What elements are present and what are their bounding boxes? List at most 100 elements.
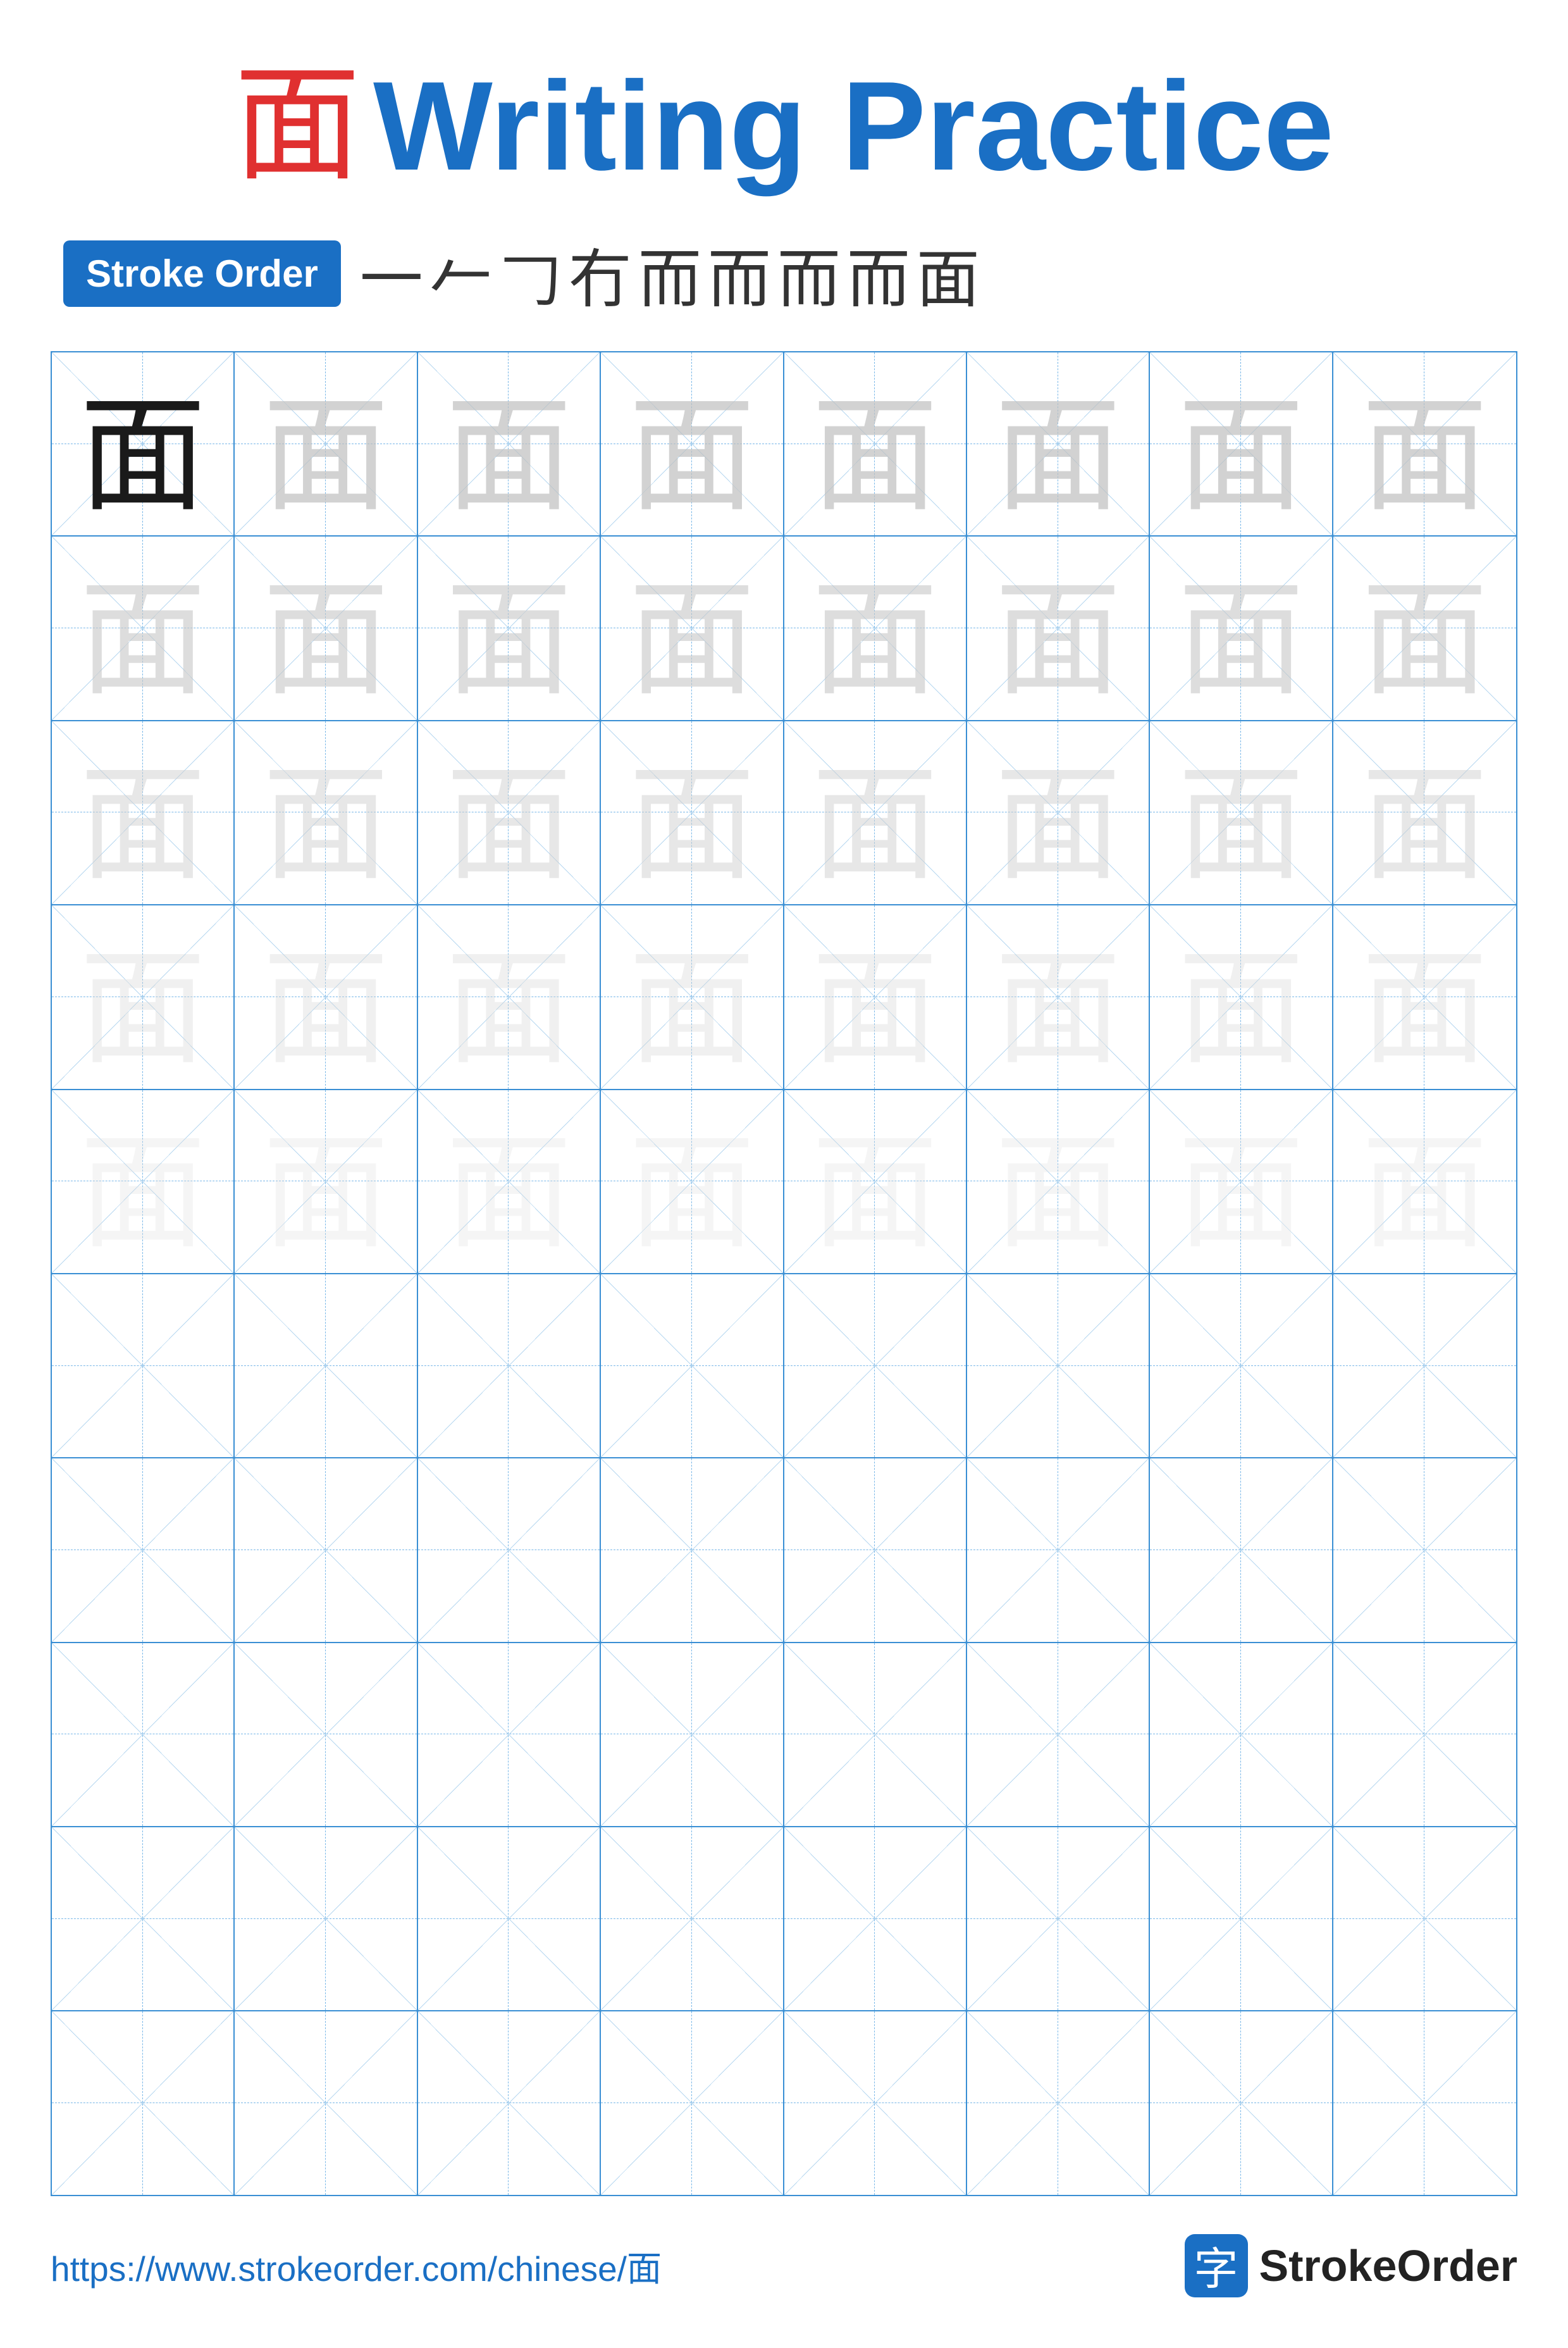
cell-guide-lines: [52, 1458, 233, 1641]
grid-cell[interactable]: [418, 1274, 601, 1457]
grid-cell[interactable]: 面: [1150, 352, 1333, 535]
grid-cell[interactable]: 面: [52, 905, 235, 1088]
grid-cell[interactable]: 面: [1333, 1090, 1516, 1273]
grid-cell[interactable]: 面: [967, 352, 1150, 535]
grid-cell[interactable]: [967, 1458, 1150, 1641]
grid-cell[interactable]: 面: [784, 721, 967, 904]
grid-cell[interactable]: [601, 1643, 784, 1826]
grid-cell[interactable]: [1333, 1274, 1516, 1457]
grid-cell[interactable]: 面: [967, 537, 1150, 719]
grid-cell[interactable]: [235, 1827, 417, 2010]
grid-cell[interactable]: [418, 2011, 601, 2194]
grid-cell[interactable]: 面: [1150, 1090, 1333, 1273]
grid-cell[interactable]: [52, 1274, 235, 1457]
grid-cell[interactable]: [967, 1643, 1150, 1826]
practice-char: 面: [976, 730, 1140, 895]
stroke-5: 而: [638, 228, 701, 320]
cell-guide-lines: [784, 1458, 966, 1641]
grid-cell[interactable]: [235, 1643, 417, 1826]
grid-cell[interactable]: 面: [784, 352, 967, 535]
grid-cell[interactable]: [784, 2011, 967, 2194]
grid-cell[interactable]: [1150, 1643, 1333, 1826]
grid-cell[interactable]: [1150, 2011, 1333, 2194]
grid-cell[interactable]: 面: [601, 352, 784, 535]
grid-cell[interactable]: [967, 1827, 1150, 2010]
grid-cell[interactable]: [52, 2011, 235, 2194]
cell-guide-lines: [967, 1827, 1149, 2010]
grid-cell[interactable]: [601, 1827, 784, 2010]
grid-cell[interactable]: [418, 1643, 601, 1826]
cell-guide-lines: [1333, 1458, 1516, 1641]
grid-cell[interactable]: [235, 1274, 417, 1457]
grid-cell[interactable]: [967, 1274, 1150, 1457]
grid-cell[interactable]: [235, 2011, 417, 2194]
grid-cell[interactable]: 面: [418, 352, 601, 535]
grid-cell[interactable]: 面: [1150, 721, 1333, 904]
grid-row: 面面面面面面面面: [52, 537, 1516, 721]
grid-cell[interactable]: 面: [601, 537, 784, 719]
grid-cell[interactable]: [52, 1458, 235, 1641]
grid-cell[interactable]: 面: [601, 1090, 784, 1273]
grid-cell[interactable]: 面: [418, 537, 601, 719]
grid-cell[interactable]: 面: [784, 537, 967, 719]
practice-char: 面: [61, 546, 225, 711]
grid-cell[interactable]: 面: [1150, 905, 1333, 1088]
grid-cell[interactable]: [784, 1274, 967, 1457]
grid-cell[interactable]: 面: [784, 905, 967, 1088]
grid-cell[interactable]: 面: [1150, 537, 1333, 719]
cell-guide-lines: [967, 1458, 1149, 1641]
grid-cell[interactable]: [1333, 1643, 1516, 1826]
grid-cell[interactable]: [601, 2011, 784, 2194]
grid-cell[interactable]: 面: [784, 1090, 967, 1273]
grid-cell[interactable]: 面: [52, 352, 235, 535]
grid-cell[interactable]: [52, 1827, 235, 2010]
grid-cell[interactable]: 面: [235, 352, 417, 535]
grid-cell[interactable]: 面: [418, 721, 601, 904]
grid-cell[interactable]: 面: [1333, 721, 1516, 904]
grid-cell[interactable]: [784, 1458, 967, 1641]
cell-guide-lines: [1150, 1274, 1331, 1457]
grid-row: 面面面面面面面面: [52, 352, 1516, 537]
grid-cell[interactable]: [967, 2011, 1150, 2194]
grid-cell[interactable]: [1333, 1458, 1516, 1641]
stroke-8: 而: [847, 228, 910, 320]
grid-cell[interactable]: [1333, 2011, 1516, 2194]
grid-cell[interactable]: 面: [967, 905, 1150, 1088]
practice-char: 面: [1342, 1099, 1507, 1264]
practice-char: 面: [793, 730, 957, 895]
cell-guide-lines: [967, 1643, 1149, 1826]
grid-cell[interactable]: 面: [418, 905, 601, 1088]
stroke-1: 一: [360, 228, 423, 320]
grid-cell[interactable]: 面: [967, 1090, 1150, 1273]
grid-cell[interactable]: 面: [235, 721, 417, 904]
grid-cell[interactable]: [1150, 1274, 1333, 1457]
grid-cell[interactable]: 面: [52, 721, 235, 904]
grid-cell[interactable]: 面: [52, 537, 235, 719]
grid-cell[interactable]: 面: [418, 1090, 601, 1273]
grid-cell[interactable]: 面: [1333, 905, 1516, 1088]
practice-char: 面: [976, 915, 1140, 1079]
grid-cell[interactable]: 面: [235, 905, 417, 1088]
grid-cell[interactable]: [418, 1827, 601, 2010]
grid-cell[interactable]: [601, 1458, 784, 1641]
grid-cell[interactable]: [418, 1458, 601, 1641]
grid-cell[interactable]: [52, 1643, 235, 1826]
grid-cell[interactable]: 面: [601, 905, 784, 1088]
grid-cell[interactable]: 面: [601, 721, 784, 904]
grid-cell[interactable]: [1333, 1827, 1516, 2010]
practice-char: 面: [976, 546, 1140, 711]
grid-cell[interactable]: [784, 1643, 967, 1826]
grid-cell[interactable]: [1150, 1827, 1333, 2010]
grid-cell[interactable]: [235, 1458, 417, 1641]
grid-cell[interactable]: 面: [1333, 352, 1516, 535]
grid-cell[interactable]: [1150, 1458, 1333, 1641]
grid-cell[interactable]: 面: [1333, 537, 1516, 719]
grid-cell[interactable]: 面: [967, 721, 1150, 904]
grid-cell[interactable]: [601, 1274, 784, 1457]
grid-cell[interactable]: [784, 1827, 967, 2010]
grid-cell[interactable]: 面: [52, 1090, 235, 1273]
practice-char: 面: [1159, 1099, 1323, 1264]
practice-char: 面: [61, 915, 225, 1079]
grid-cell[interactable]: 面: [235, 1090, 417, 1273]
grid-cell[interactable]: 面: [235, 537, 417, 719]
